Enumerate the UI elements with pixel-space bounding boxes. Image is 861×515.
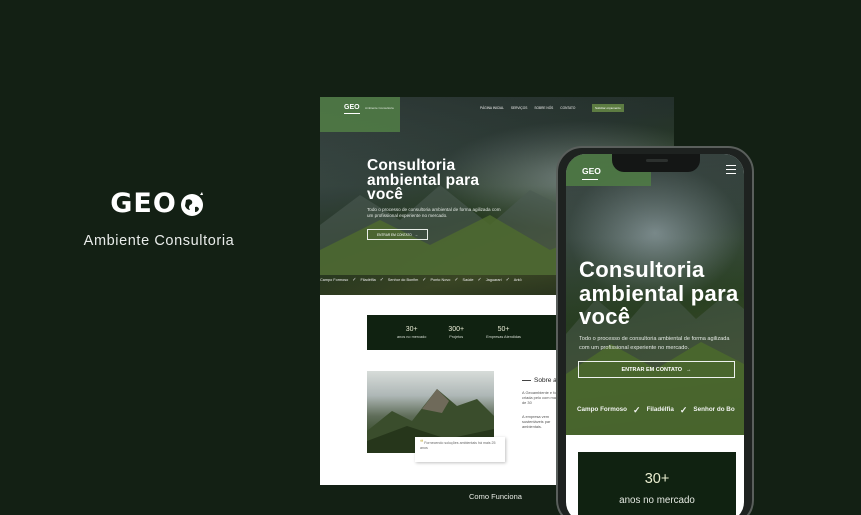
desktop-logo[interactable]: GEO: [344, 104, 360, 111]
check-icon: ✓: [477, 277, 482, 283]
nav-item-services[interactable]: SERVIÇOS: [511, 106, 527, 110]
mobile-logo[interactable]: GEO: [582, 166, 601, 176]
brand-logo-text: GEO: [110, 188, 177, 219]
check-icon: ✓: [379, 277, 384, 283]
ticker-item: Ponto Novo: [430, 278, 451, 282]
ticker-item: Antô: [513, 278, 522, 282]
logo-tile: [320, 97, 400, 132]
nav-item-contact[interactable]: CONTATO: [560, 106, 575, 110]
logo-underline: [582, 179, 598, 180]
ticker-item: Senhor do Bo: [693, 406, 735, 413]
quote-text: Fornecendo soluções ambientais há mais 2…: [420, 441, 496, 450]
mobile-contact-label: ENTRAR EM CONTATO: [621, 366, 683, 373]
nav-item-about[interactable]: SOBRE NÓS: [534, 106, 553, 110]
stat-label: anos no mercado: [397, 335, 427, 339]
ticker-item: Saúde: [462, 278, 474, 282]
desktop-logo-tag: Ambiente Consultoria: [365, 106, 394, 110]
ticker-item: Campo Formoso: [577, 406, 628, 413]
check-icon: ✓: [454, 277, 459, 283]
mobile-contact-button[interactable]: ENTRAR EM CONTATO →: [578, 361, 735, 378]
phone-notch: [612, 154, 700, 172]
stat-item: 30+ anos no mercado: [397, 326, 426, 339]
about-title: Sobre a: [534, 377, 557, 384]
mobile-city-ticker: Campo Formoso ✓ Filadélfia ✓ Senhor do Bo: [577, 404, 735, 415]
check-icon: ✓: [505, 277, 510, 283]
brand-logo: GEO: [78, 188, 240, 219]
nav-item-home[interactable]: PÁGINA INICIAL: [480, 106, 504, 110]
ticker-item: Senhor do Bonfim: [387, 278, 419, 282]
mobile-hero-title: Consultoria ambiental para você: [579, 257, 739, 329]
check-icon: ✓: [679, 404, 688, 415]
ticker-item: Filadélfia: [646, 406, 674, 413]
nav-cta-button[interactable]: Solicitar orçamento: [592, 104, 624, 112]
desktop-contact-label: ENTRAR EM CONTATO: [377, 232, 412, 237]
brand-subtitle: Ambiente Consultoria: [83, 233, 235, 249]
desktop-hero-title: Consultoria ambiental para você: [367, 157, 480, 203]
stat-number: 30+: [644, 471, 670, 487]
about-heading: Sobre a: [522, 377, 557, 384]
logo-underline: [344, 113, 360, 114]
menu-icon[interactable]: [726, 165, 736, 176]
stat-label: Empresas Atendidas: [486, 335, 521, 339]
stat-item: 50+ Empresas Atendidas: [486, 326, 521, 339]
stat-number: 50+: [497, 326, 510, 333]
phone-screen: GEO Consultoria ambiental para você Todo…: [566, 154, 744, 515]
brand-block: GEO Ambiente Consultoria: [78, 188, 240, 249]
ticker-item: Jaguarari: [485, 278, 502, 282]
mobile-hero-description: Todo o processo de consultoria ambiental…: [579, 336, 730, 351]
stat-label: Projetos: [449, 335, 464, 339]
ticker-item: Campo Formoso: [320, 278, 349, 282]
check-icon: ✓: [422, 277, 427, 283]
heading-dash: [522, 379, 531, 381]
ticker-item: Filadélfia: [360, 278, 376, 282]
mobile-stat-panel: 30+ anos no mercado: [578, 452, 736, 515]
stat-item: 300+ Projetos: [448, 326, 464, 339]
check-icon: ✓: [633, 404, 641, 415]
check-icon: ✓: [352, 277, 357, 283]
how-it-works-label: Como Funciona: [469, 492, 522, 501]
phone-mockup: GEO Consultoria ambiental para você Todo…: [556, 146, 754, 515]
desktop-nav: PÁGINA INICIAL SERVIÇOS SOBRE NÓS CONTAT…: [480, 106, 575, 110]
quote-card: ❝ Fornecendo soluções ambientais há mais…: [415, 437, 505, 462]
arrow-right-icon: →: [686, 366, 692, 373]
arrow-right-icon: →: [414, 232, 418, 237]
desktop-hero-description: Todo o processo de consultoria ambiental…: [367, 207, 501, 218]
stat-label: anos no mercado: [619, 495, 695, 506]
globe-icon: [180, 191, 203, 216]
desktop-contact-button[interactable]: ENTRAR EM CONTATO →: [367, 229, 428, 240]
desktop-stats-panel: 30+ anos no mercado 300+ Projetos 50+ Em…: [367, 315, 567, 350]
stat-number: 30+: [405, 326, 418, 333]
stat-number: 300+: [448, 326, 465, 333]
mobile-hero: GEO Consultoria ambiental para você Todo…: [566, 154, 744, 435]
